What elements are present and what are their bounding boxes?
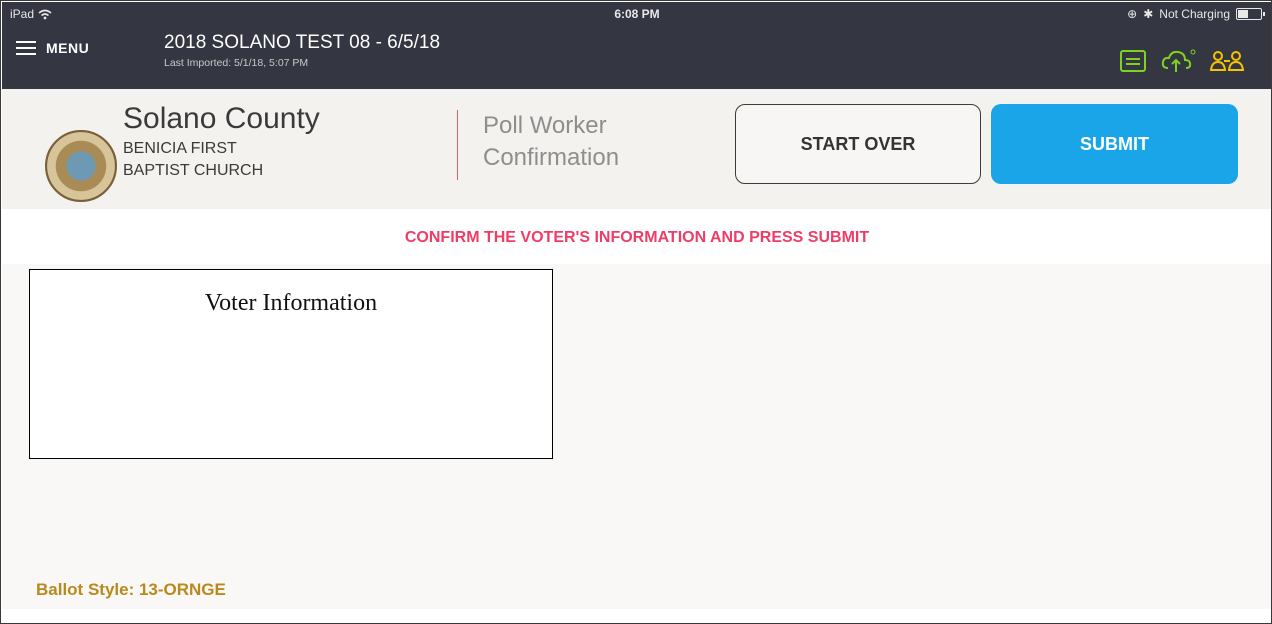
page-title-line2: Confirmation (483, 144, 620, 171)
hamburger-icon (16, 41, 36, 55)
charging-status: Not Charging (1159, 7, 1230, 21)
ballot-style: Ballot Style: 13-ORNGE (36, 580, 226, 599)
last-imported: Last Imported: 5/1/18, 5:07 PM (164, 57, 309, 69)
orientation-lock-icon: ⊕ (1127, 7, 1138, 21)
top-icons (1120, 48, 1244, 74)
precinct-line1: BENICIA FIRST (123, 140, 237, 157)
county-seal-logo (45, 130, 117, 202)
county-name: Solano County (123, 102, 320, 135)
election-title: 2018 SOLANO TEST 08 - 6/5/18 (164, 32, 441, 53)
menu-button[interactable]: MENU (16, 40, 89, 56)
cloud-upload-icon[interactable] (1160, 48, 1196, 74)
voter-info-title: Voter Information (204, 290, 378, 316)
instruction-text: CONFIRM THE VOTER'S INFORMATION AND PRES… (404, 229, 870, 246)
start-over-button[interactable]: START OVER (735, 104, 981, 184)
app-frame: iPad 6:08 PM ⊕ ✱ Not Charging MENU 2018 … (0, 0, 1272, 624)
page-title: Poll Worker Confirmation (483, 110, 619, 174)
printer-icon[interactable] (1120, 50, 1146, 72)
county-info: Solano County BENICIA FIRST BAPTIST CHUR… (123, 102, 320, 182)
status-right: ⊕ ✱ Not Charging (1127, 7, 1265, 21)
election-info: 2018 SOLANO TEST 08 - 6/5/18 Last Import… (164, 32, 440, 69)
users-icon[interactable] (1210, 50, 1244, 72)
page-title-line1: Poll Worker (483, 112, 607, 139)
top-bar: iPad 6:08 PM ⊕ ✱ Not Charging MENU 2018 … (2, 2, 1271, 89)
voter-info-box: Voter Information (29, 269, 553, 459)
submit-button[interactable]: SUBMIT (991, 104, 1238, 184)
bluetooth-icon: ✱ (1143, 7, 1154, 21)
header-divider (457, 110, 458, 180)
battery-icon (1236, 8, 1265, 20)
precinct-line2: BAPTIST CHURCH (123, 162, 264, 179)
menu-label: MENU (46, 40, 90, 56)
status-time: 6:08 PM (614, 7, 660, 21)
